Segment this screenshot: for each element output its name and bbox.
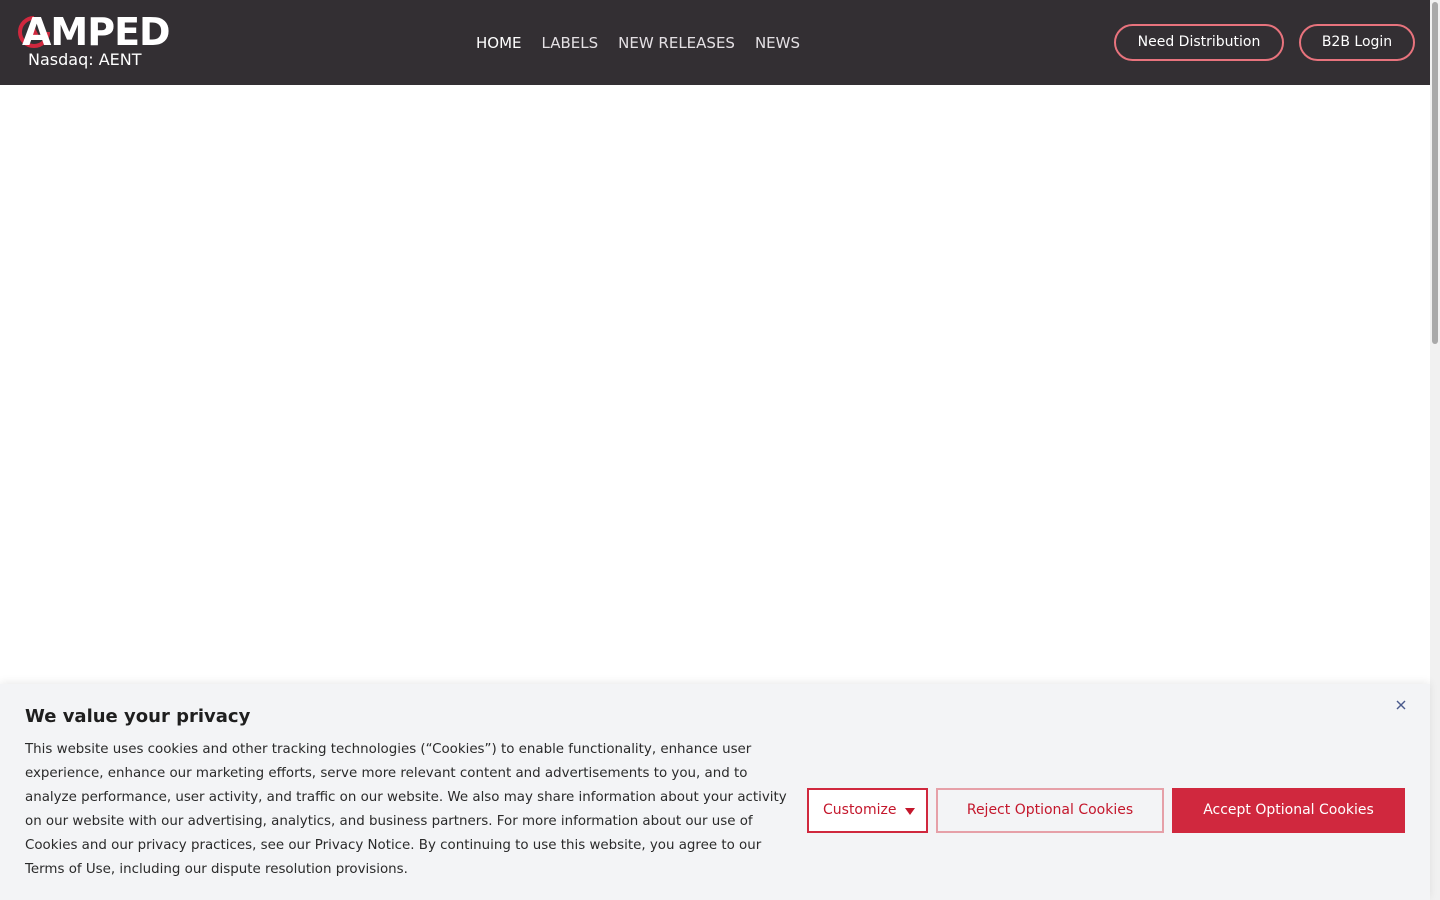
cookie-banner-text: This website uses cookies and other trac… <box>25 742 787 877</box>
accept-optional-cookies-button[interactable]: Accept Optional Cookies <box>1172 788 1405 833</box>
cookie-consent-banner: We value your privacy This website uses … <box>0 684 1430 900</box>
reject-optional-cookies-button[interactable]: Reject Optional Cookies <box>936 788 1164 833</box>
amped-logo[interactable]: AMPED Nasdaq: AENT <box>18 12 178 72</box>
close-banner-button[interactable] <box>1392 696 1410 714</box>
need-distribution-button[interactable]: Need Distribution <box>1114 24 1284 61</box>
site-header: AMPED Nasdaq: AENT HOME LABELS NEW RELEA… <box>0 0 1430 85</box>
customize-button[interactable]: Customize <box>807 788 928 833</box>
page: AMPED Nasdaq: AENT HOME LABELS NEW RELEA… <box>0 0 1440 900</box>
customize-label: Customize <box>823 802 897 818</box>
main-nav: HOME LABELS NEW RELEASES NEWS <box>476 30 800 56</box>
caret-down-icon <box>905 808 915 815</box>
scrollbar-thumb[interactable] <box>1432 2 1438 344</box>
cookie-banner-title: We value your privacy <box>25 706 251 727</box>
page-scrollbar[interactable] <box>1430 0 1440 900</box>
b2b-login-button[interactable]: B2B Login <box>1299 24 1415 61</box>
nav-item-labels[interactable]: LABELS <box>542 30 599 56</box>
close-icon <box>1396 700 1406 710</box>
nav-item-home[interactable]: HOME <box>476 30 522 56</box>
nav-item-news[interactable]: NEWS <box>755 30 800 56</box>
logo-wordmark: AMPED <box>22 10 171 54</box>
nav-item-new-releases[interactable]: NEW RELEASES <box>618 30 735 56</box>
logo-subtitle: Nasdaq: AENT <box>28 50 142 69</box>
